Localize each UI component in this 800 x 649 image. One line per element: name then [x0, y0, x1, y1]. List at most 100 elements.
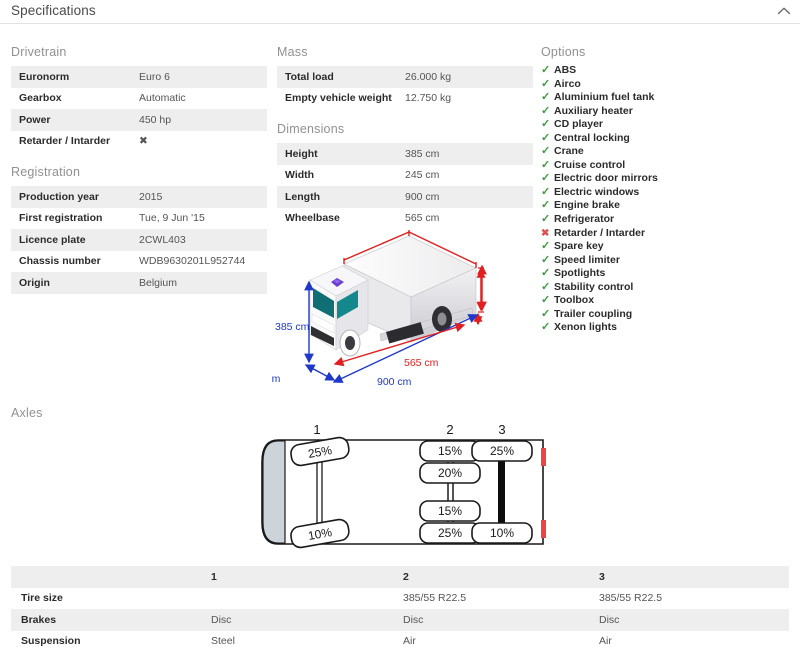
width-dim-label: 245 cm — [272, 373, 281, 385]
row-label: Length — [285, 190, 320, 203]
row-value: Automatic — [139, 92, 186, 105]
check-icon: ✓ — [541, 307, 551, 320]
width-dim-line — [304, 364, 336, 381]
row-label: Licence plate — [19, 233, 86, 246]
rear-marker-top — [541, 448, 546, 466]
check-icon: ✓ — [541, 253, 551, 266]
option-label: Speed limiter — [554, 253, 620, 266]
list-item: ✓ ABS — [541, 64, 791, 78]
row-value: Tue, 9 Jun '15 — [139, 212, 205, 225]
check-icon: ✓ — [541, 213, 551, 226]
table-row: Height 385 cm — [277, 143, 533, 165]
row-label: Width — [285, 169, 315, 182]
option-label: CD player — [554, 118, 604, 131]
table-row: Licence plate 2CWL403 — [11, 229, 267, 251]
table-row: Suspension Steel Air Air — [11, 630, 789, 649]
axle-3-number: 3 — [498, 422, 505, 437]
list-item: ✓ Trailer coupling — [541, 308, 791, 322]
table-row: Power 450 hp — [11, 109, 267, 131]
table-row: Production year 2015 — [11, 186, 267, 208]
list-item: ✓ Electric door mirrors — [541, 172, 791, 186]
column-header-2: 2 — [403, 570, 409, 583]
row-value-axle2: 385/55 R22.5 — [403, 592, 467, 605]
list-item: ✓ Airco — [541, 78, 791, 92]
row-value-axle3: 385/55 R22.5 — [599, 592, 663, 605]
chevron-up-icon[interactable] — [777, 6, 791, 16]
row-label: Euronorm — [19, 70, 70, 83]
check-icon: ✓ — [541, 145, 551, 158]
table-row: Gearbox Automatic — [11, 87, 267, 109]
registration-table: Production year 2015 First registration … — [11, 186, 267, 294]
check-icon: ✓ — [541, 240, 551, 253]
drivetrain-table: Euronorm Euro 6 Gearbox Automatic Power … — [11, 66, 267, 152]
option-label: Stability control — [554, 280, 634, 293]
check-icon: ✓ — [541, 64, 551, 76]
axle-2-number: 2 — [446, 422, 453, 437]
list-item: ✓ Speed limiter — [541, 254, 791, 268]
height-dim-label: 385 cm — [275, 321, 310, 333]
check-icon: ✓ — [541, 118, 551, 131]
check-icon: ✓ — [541, 104, 551, 117]
row-value: Euro 6 — [139, 70, 170, 83]
axle-2-wear-top-inner: 20% — [438, 466, 462, 480]
list-item: ✖ Retarder / Intarder — [541, 227, 791, 241]
specifications-panel: Specifications Drivetrain Euronorm Euro … — [0, 0, 800, 649]
panel-header[interactable]: Specifications — [0, 0, 800, 24]
mass-table: Total load 26.000 kg Empty vehicle weigh… — [277, 66, 533, 109]
length-dim-label: 900 cm — [377, 376, 412, 388]
check-icon: ✓ — [541, 267, 551, 280]
option-label: ABS — [554, 64, 577, 76]
section-heading-axles: Axles — [11, 406, 43, 420]
row-value-axle2: Disc — [403, 613, 424, 626]
list-item: ✓ Spare key — [541, 240, 791, 254]
row-value: 900 cm — [405, 190, 440, 203]
list-item: ✓ CD player — [541, 118, 791, 132]
check-icon: ✓ — [541, 185, 551, 198]
table-row: Euronorm Euro 6 — [11, 66, 267, 88]
option-label: Spare key — [554, 240, 604, 253]
list-item: ✓ Central locking — [541, 132, 791, 146]
check-icon: ✓ — [541, 321, 551, 334]
option-label: Refrigerator — [554, 213, 615, 226]
column-header-3: 3 — [599, 570, 605, 583]
list-item: ✓ Toolbox — [541, 294, 791, 308]
list-item: ✓ Electric windows — [541, 186, 791, 200]
wheelbase-dim-label: 565 cm — [404, 357, 439, 369]
axle-3-wear-top: 25% — [490, 444, 514, 458]
option-label: Aluminium fuel tank — [554, 91, 655, 104]
row-value: 450 hp — [139, 113, 172, 126]
section-heading-drivetrain: Drivetrain — [11, 45, 67, 59]
page-title: Specifications — [11, 3, 96, 18]
cross-icon: ✖ — [541, 227, 550, 239]
table-row: Brakes Disc Disc Disc — [11, 609, 789, 631]
row-label: Tire size — [21, 592, 63, 605]
table-row: First registration Tue, 9 Jun '15 — [11, 207, 267, 229]
row-value-axle1: Steel — [211, 635, 235, 648]
option-label: Auxiliary heater — [554, 104, 633, 117]
section-heading-registration: Registration — [11, 165, 81, 179]
row-label: Empty vehicle weight — [285, 92, 392, 105]
row-value: 2CWL403 — [139, 233, 186, 246]
option-label: Electric windows — [554, 185, 640, 198]
row-value: 385 cm — [405, 147, 440, 160]
axle-2-wear-top-outer: 15% — [438, 444, 462, 458]
option-label: Xenon lights — [554, 321, 617, 334]
table-row: Total load 26.000 kg — [277, 66, 533, 88]
cab-area — [262, 440, 286, 544]
cross-icon: ✖ — [139, 135, 148, 148]
row-label: Total load — [285, 70, 334, 83]
row-value-axle2: Air — [403, 635, 416, 648]
option-label: Trailer coupling — [554, 307, 633, 320]
list-item: ✓ Stability control — [541, 281, 791, 295]
row-label: Production year — [19, 190, 99, 203]
row-value: 245 cm — [405, 169, 440, 182]
axle-3-shaft — [498, 456, 505, 532]
column-header-1: 1 — [211, 570, 217, 583]
row-label: Chassis number — [19, 255, 101, 268]
option-label: Cruise control — [554, 158, 626, 171]
axle-2-wear-bottom-inner: 15% — [438, 504, 462, 518]
row-value-axle1 — [211, 588, 403, 610]
rear-marker-bottom — [541, 520, 546, 538]
row-label: Origin — [19, 276, 50, 289]
option-label: Spotlights — [554, 267, 606, 280]
